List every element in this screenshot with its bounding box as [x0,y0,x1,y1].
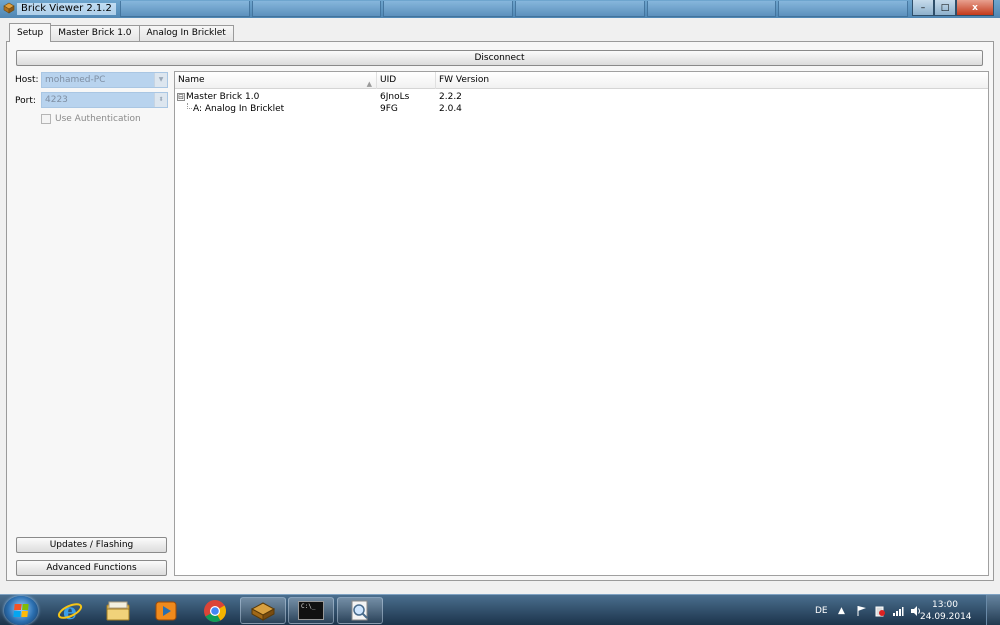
media-player-taskbar-button[interactable] [143,597,189,624]
command-prompt-icon: C:\_ [298,601,324,620]
show-hidden-icons-button[interactable]: ▲ [838,595,845,625]
windows-taskbar: e C:\_ DE ▲ 13:00 24.09.2014 [0,594,1000,625]
background-windows [120,0,910,18]
clock-date: 24.09.2014 [920,612,972,622]
port-label: Port: [15,96,36,106]
command-prompt-taskbar-button[interactable]: C:\_ [288,597,334,624]
brick-viewer-taskbar-button[interactable] [240,597,286,624]
device-tree[interactable]: Name ▲ UID FW Version ⊟ Master Brick 1.0… [174,71,989,576]
updates-flashing-button[interactable]: Updates / Flashing [16,537,167,553]
brick-viewer-icon [250,601,276,621]
terminal-prompt-text: C:\_ [301,603,316,610]
column-header-name[interactable]: Name ▲ [175,72,377,89]
internet-explorer-taskbar-button[interactable]: e [47,597,93,624]
main-tabs: Setup Master Brick 1.0 Analog In Brickle… [9,23,234,42]
device-name: Master Brick 1.0 [186,92,260,102]
show-desktop-button[interactable] [986,595,1000,625]
host-value: mohamed-PC [45,75,106,85]
clock-time: 13:00 [932,600,958,610]
device-fw-version: 2.0.4 [439,104,462,114]
windows-logo-icon [13,604,29,617]
chevron-down-icon[interactable]: ▼ [154,73,167,87]
port-value: 4223 [45,95,68,105]
svg-text:e: e [63,599,77,623]
tree-branch-line [187,103,192,109]
close-button[interactable]: x [956,0,994,16]
host-label: Host: [15,75,39,85]
window-controls: – □ x [912,0,994,16]
start-button[interactable] [4,596,38,625]
maximize-button[interactable]: □ [934,0,956,16]
tree-header: Name ▲ UID FW Version [175,72,988,89]
minimize-button[interactable]: – [912,0,934,16]
magnifier-document-icon [351,600,368,620]
host-combobox[interactable]: mohamed-PC ▼ [41,72,168,88]
device-fw-version: 2.2.2 [439,92,462,102]
brick-viewer-app-icon [3,2,15,14]
disconnect-button[interactable]: Disconnect [16,50,983,66]
device-name: A: Analog In Bricklet [193,104,285,114]
tab-analog-in-bricklet[interactable]: Analog In Bricklet [138,25,234,42]
file-explorer-taskbar-button[interactable] [95,597,141,624]
use-authentication-checkbox[interactable] [41,114,51,124]
internet-explorer-icon: e [57,599,83,623]
use-authentication-label: Use Authentication [55,114,141,124]
device-uid: 9FG [380,104,398,114]
column-header-fw-version[interactable]: FW Version [436,72,990,89]
chrome-taskbar-button[interactable] [192,597,238,624]
tree-row-analog-in-bricklet[interactable]: A: Analog In Bricklet 9FG 2.0.4 [175,103,988,115]
tab-master-brick[interactable]: Master Brick 1.0 [50,25,140,42]
setup-pane: Disconnect Host: mohamed-PC ▼ Port: 4223… [6,41,994,581]
image-viewer-taskbar-button[interactable] [337,597,383,624]
spinner-arrows-icon[interactable]: ⬍ [154,93,167,107]
chrome-icon [204,599,226,622]
network-signal-icon[interactable] [892,595,904,625]
use-authentication-row[interactable]: Use Authentication [41,114,141,124]
device-uid: 6JnoLs [380,92,410,102]
column-header-uid[interactable]: UID [377,72,436,89]
language-indicator[interactable]: DE [815,595,828,625]
window-title: Brick Viewer 2.1.2 [17,3,116,15]
title-bar[interactable]: Brick Viewer 2.1.2 – □ x [0,0,1000,18]
media-player-icon [155,601,177,620]
action-center-icon[interactable] [856,595,868,625]
collapse-icon[interactable]: ⊟ [177,93,185,101]
port-spinbox[interactable]: 4223 ⬍ [41,92,168,108]
chevron-up-icon: ▲ [838,605,845,616]
tree-row-master-brick[interactable]: ⊟ Master Brick 1.0 6JnoLs 2.2.2 [175,91,988,103]
folder-icon [106,601,130,620]
tab-setup[interactable]: Setup [9,23,52,42]
system-clock[interactable]: 13:00 24.09.2014 [920,599,972,623]
device-status-icon[interactable] [874,595,886,625]
advanced-functions-button[interactable]: Advanced Functions [16,560,167,576]
